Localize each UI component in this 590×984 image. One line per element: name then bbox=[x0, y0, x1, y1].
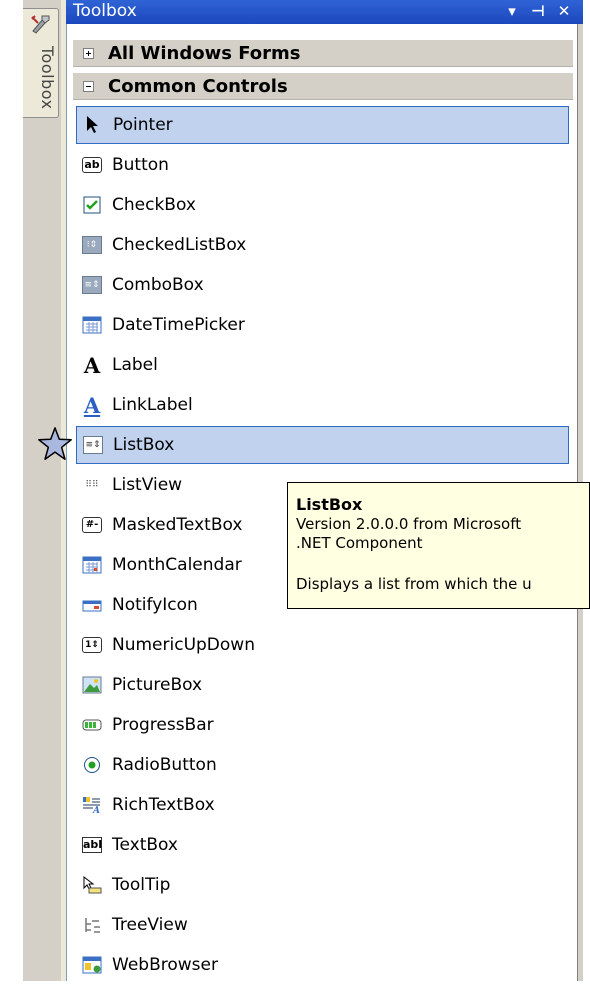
webbrowser-icon bbox=[82, 955, 102, 975]
monthcalendar-icon bbox=[82, 555, 102, 575]
star-icon bbox=[38, 427, 72, 460]
item-label: PictureBox bbox=[112, 675, 203, 695]
item-label: ListBox bbox=[113, 435, 175, 455]
toolbox-item-datetimepicker[interactable]: DateTimePicker bbox=[76, 306, 569, 344]
item-label: DateTimePicker bbox=[112, 315, 245, 335]
side-tab-toolbox[interactable]: Toolbox bbox=[23, 8, 59, 118]
toolbox-item-treeview[interactable]: TreeView bbox=[76, 906, 569, 944]
auto-hide-pin-button[interactable]: ⊣ bbox=[529, 1, 547, 21]
tooltip-version: Version 2.0.0.0 from Microsoft bbox=[296, 515, 522, 533]
toolbox-item-numericupdown[interactable]: 1⇕ NumericUpDown bbox=[76, 626, 569, 664]
group-label: All Windows Forms bbox=[108, 42, 301, 64]
toolbox-item-progressbar[interactable]: ProgressBar bbox=[76, 706, 569, 744]
expand-plus-icon[interactable] bbox=[83, 47, 94, 59]
toolbox-item-listbox[interactable]: ≡⇕ ListBox bbox=[76, 426, 569, 464]
item-label: Label bbox=[112, 355, 158, 375]
item-label: Pointer bbox=[113, 115, 173, 135]
linklabel-icon: A bbox=[83, 392, 101, 418]
item-label: WebBrowser bbox=[112, 955, 218, 975]
listbox-tooltip: ListBox Version 2.0.0.0 from Microsoft .… bbox=[287, 482, 590, 609]
toolbox-item-picturebox[interactable]: PictureBox bbox=[76, 666, 569, 704]
item-label: ToolTip bbox=[112, 875, 171, 895]
item-label: CheckedListBox bbox=[112, 235, 247, 255]
item-label: ProgressBar bbox=[112, 715, 214, 735]
item-label: NumericUpDown bbox=[112, 635, 255, 655]
tooltip-description: Displays a list from which the u bbox=[296, 575, 532, 593]
item-label: Button bbox=[112, 155, 169, 175]
textbox-icon: abl bbox=[82, 837, 103, 853]
combobox-icon: ≡⇕ bbox=[82, 275, 102, 295]
tooltip-component: .NET Component bbox=[296, 534, 423, 552]
toolbox-item-checkedlistbox[interactable]: ⁝⇕ CheckedListBox bbox=[76, 226, 569, 264]
checkbox-icon bbox=[82, 195, 102, 215]
toolbox-item-label[interactable]: A Label bbox=[76, 346, 569, 384]
treeview-icon bbox=[82, 915, 102, 935]
close-button[interactable]: ✕ bbox=[555, 1, 573, 21]
item-label: MonthCalendar bbox=[112, 555, 242, 575]
picturebox-icon bbox=[82, 675, 102, 695]
progressbar-icon bbox=[82, 715, 102, 735]
toolbox-icon bbox=[31, 15, 50, 34]
item-label: TreeView bbox=[112, 915, 188, 935]
window-position-dropdown-button[interactable]: ▾ bbox=[503, 1, 521, 21]
button-icon: ab bbox=[82, 155, 102, 175]
item-label: TextBox bbox=[112, 835, 178, 855]
collapse-minus-icon[interactable] bbox=[83, 80, 94, 92]
group-all-windows-forms[interactable]: All Windows Forms bbox=[73, 40, 573, 67]
tooltip-title: ListBox bbox=[296, 495, 363, 514]
toolbox-item-combobox[interactable]: ≡⇕ ComboBox bbox=[76, 266, 569, 304]
side-tab-label: Toolbox bbox=[38, 46, 57, 110]
item-label: ListView bbox=[112, 475, 183, 495]
label-icon: A bbox=[83, 352, 101, 378]
toolbox-item-checkbox[interactable]: CheckBox bbox=[76, 186, 569, 224]
notifyicon-icon bbox=[82, 595, 102, 615]
toolbox-item-radiobutton[interactable]: RadioButton bbox=[76, 746, 569, 784]
item-label: MaskedTextBox bbox=[112, 515, 243, 535]
maskedtextbox-icon: #- bbox=[82, 515, 102, 535]
svg-text:A: A bbox=[92, 806, 100, 814]
toolbox-item-button[interactable]: ab Button bbox=[76, 146, 569, 184]
toolbox-titlebar[interactable]: Toolbox ▾ ⊣ ✕ bbox=[66, 0, 583, 24]
item-label: CheckBox bbox=[112, 195, 196, 215]
listbox-icon: ≡⇕ bbox=[83, 435, 103, 455]
item-label: NotifyIcon bbox=[112, 595, 198, 615]
toolbox-item-tooltip[interactable]: ToolTip bbox=[76, 866, 569, 904]
item-label: ComboBox bbox=[112, 275, 204, 295]
toolbox-item-richtextbox[interactable]: A RichTextBox bbox=[76, 786, 569, 824]
numericupdown-icon: 1⇕ bbox=[82, 635, 102, 655]
item-label: LinkLabel bbox=[112, 395, 193, 415]
item-label: RadioButton bbox=[112, 755, 217, 775]
checkedlistbox-icon: ⁝⇕ bbox=[82, 235, 102, 255]
toolbox-title: Toolbox bbox=[73, 1, 137, 21]
toolbox-item-pointer[interactable]: Pointer bbox=[76, 106, 569, 144]
richtextbox-icon: A bbox=[82, 795, 102, 815]
toolbox-item-textbox[interactable]: abl TextBox bbox=[76, 826, 569, 864]
listview-icon: ⠿⠿ bbox=[85, 480, 99, 490]
tooltip-icon bbox=[82, 875, 102, 895]
toolbox-item-linklabel[interactable]: A LinkLabel bbox=[76, 386, 569, 424]
toolbox-item-webbrowser[interactable]: WebBrowser bbox=[76, 946, 569, 984]
group-label: Common Controls bbox=[108, 75, 288, 97]
radiobutton-icon bbox=[82, 755, 102, 775]
item-label: RichTextBox bbox=[112, 795, 215, 815]
group-common-controls[interactable]: Common Controls bbox=[73, 73, 573, 100]
pointer-icon bbox=[83, 115, 103, 135]
datetimepicker-icon bbox=[82, 315, 102, 335]
side-tab-strip bbox=[23, 0, 61, 981]
